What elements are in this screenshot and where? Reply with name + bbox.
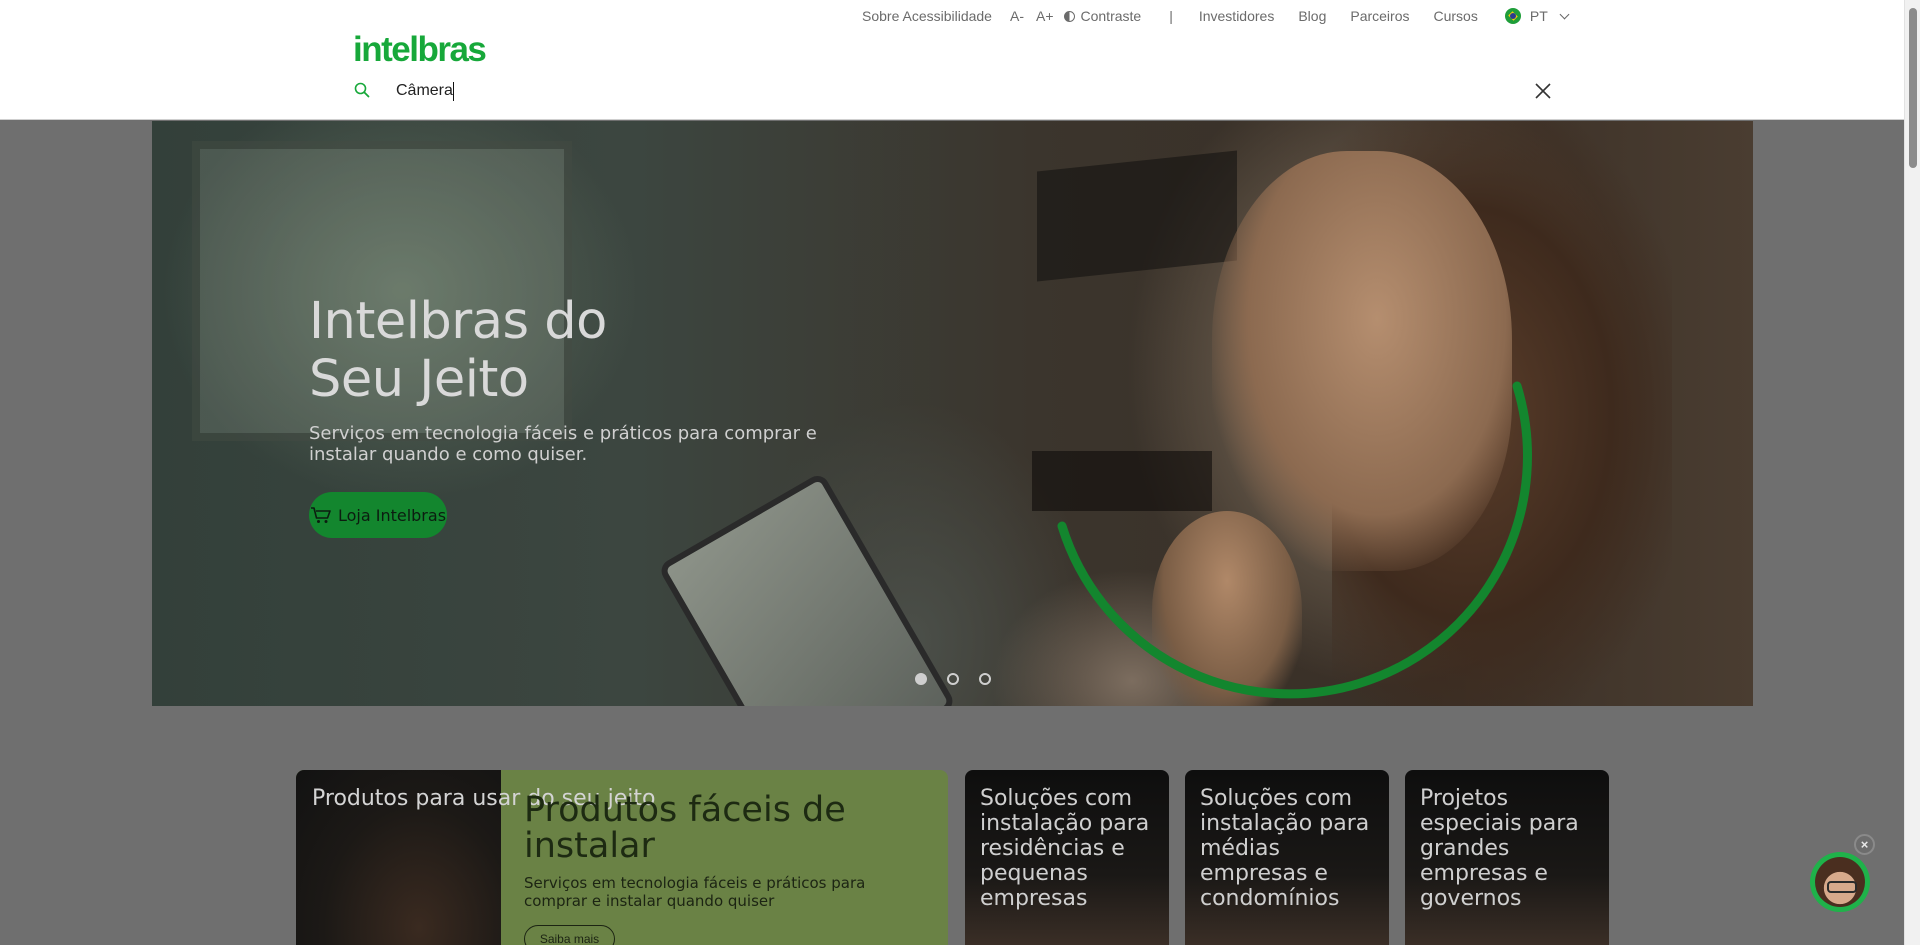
hero-green-arc: [1057, 381, 1532, 699]
brazil-flag-icon: [1504, 8, 1521, 24]
saiba-mais-button[interactable]: Saiba mais: [524, 925, 615, 945]
investors-link[interactable]: Investidores: [1199, 8, 1274, 24]
hero-title: Intelbras do Seu Jeito: [309, 292, 607, 409]
text-caret: [453, 82, 454, 101]
medium-business-card-title: Soluções com instalação para médias empr…: [1200, 786, 1370, 911]
special-projects-card[interactable]: Projetos especiais para grandes empresas…: [1405, 770, 1609, 945]
chevron-down-icon: [1559, 9, 1570, 20]
loja-intelbras-button[interactable]: Loja Intelbras: [309, 492, 447, 538]
search-bar: [352, 79, 1556, 103]
chat-assistant-avatar[interactable]: [1810, 852, 1870, 912]
hero-carousel: Intelbras do Seu Jeito Serviços em tecnol…: [152, 121, 1753, 706]
contrast-icon: [1063, 11, 1075, 22]
carousel-dot-3[interactable]: [979, 673, 991, 685]
hero-subtitle: Serviços em tecnologia fáceis e práticos…: [309, 423, 817, 465]
top-utility-bar: Sobre Acessibilidade A- A+ Contraste | I…: [862, 7, 1570, 25]
special-projects-card-title: Projetos especiais para grandes empresas…: [1420, 786, 1579, 911]
residences-card-title: Soluções com instalação para residências…: [980, 786, 1150, 911]
products-card-title: Produtos fáceis de instalar: [524, 790, 846, 866]
scrollbar-thumb[interactable]: [1909, 8, 1917, 168]
blog-link[interactable]: Blog: [1298, 8, 1326, 24]
contrast-button[interactable]: Contraste: [1063, 8, 1142, 24]
close-search-icon[interactable]: [1533, 81, 1553, 101]
chat-close-button[interactable]: ×: [1854, 834, 1875, 855]
intelbras-logo[interactable]: intelbras: [353, 30, 487, 70]
partners-link[interactable]: Parceiros: [1350, 8, 1409, 24]
page-scrollbar[interactable]: [1904, 0, 1920, 945]
font-increase-button[interactable]: A+: [1036, 8, 1054, 24]
contrast-label: Contraste: [1080, 8, 1142, 24]
font-decrease-button[interactable]: A-: [1010, 8, 1024, 24]
loja-intelbras-label: Loja Intelbras: [337, 505, 447, 525]
language-selector[interactable]: PT: [1504, 8, 1570, 24]
carousel-dots: [915, 673, 991, 685]
carousel-dot-2[interactable]: [947, 673, 959, 685]
site-header: Sobre Acessibilidade A- A+ Contraste | I…: [0, 0, 1904, 120]
language-label: PT: [1529, 8, 1548, 24]
cart-icon: [310, 507, 331, 523]
products-card[interactable]: Produtos para usar do seu jeito Produtos…: [296, 770, 948, 945]
carousel-dot-1[interactable]: [915, 673, 927, 685]
courses-link[interactable]: Cursos: [1434, 8, 1478, 24]
assistant-face-icon: [1815, 857, 1865, 907]
medium-business-card[interactable]: Soluções com instalação para médias empr…: [1185, 770, 1389, 945]
products-card-subtitle: Serviços em tecnologia fáceis e práticos…: [524, 874, 866, 910]
topbar-separator: |: [1169, 8, 1173, 24]
residences-card[interactable]: Soluções com instalação para residências…: [965, 770, 1169, 945]
accessibility-link[interactable]: Sobre Acessibilidade: [862, 8, 992, 24]
search-input[interactable]: [396, 79, 996, 103]
search-icon[interactable]: [354, 82, 370, 98]
